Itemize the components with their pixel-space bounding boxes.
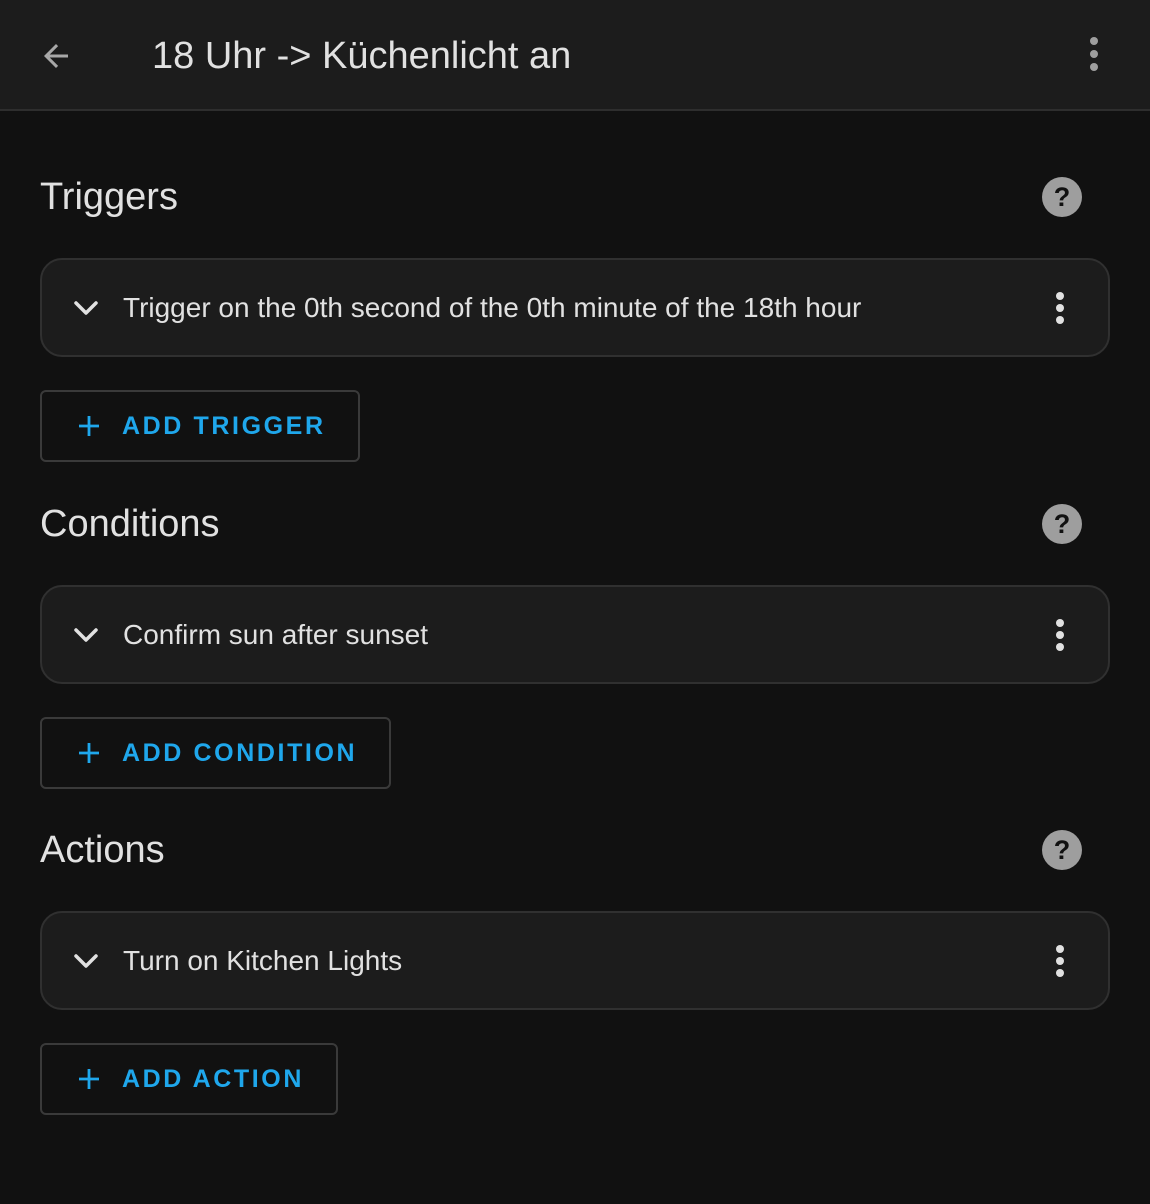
add-condition-button[interactable]: ADD CONDITION [40,717,392,789]
help-circle-icon[interactable]: ? [1040,502,1084,546]
action-menu-button[interactable] [1038,937,1082,985]
plus-icon [76,740,102,766]
trigger-label: Trigger on the 0th second of the 0th min… [123,291,862,323]
chevron-down-icon [74,628,98,642]
add-trigger-label: ADD TRIGGER [122,411,326,440]
expand-button[interactable] [66,941,106,981]
condition-menu-button[interactable] [1038,611,1082,659]
dots-vertical-icon [1056,619,1064,651]
triggers-heading: Triggers [40,176,178,218]
dots-vertical-icon [1056,945,1064,977]
dots-vertical-icon [1090,37,1098,71]
add-action-button[interactable]: ADD ACTION [40,1043,339,1115]
action-label: Turn on Kitchen Lights [123,944,403,976]
overflow-menu-button[interactable] [1066,26,1122,82]
expand-button[interactable] [66,615,106,655]
svg-text:?: ? [1054,835,1071,865]
plus-icon [76,413,102,439]
plus-icon [76,1066,102,1092]
trigger-card[interactable]: Trigger on the 0th second of the 0th min… [40,258,1110,357]
svg-text:?: ? [1054,182,1071,212]
trigger-menu-button[interactable] [1038,284,1082,332]
expand-button[interactable] [66,288,106,328]
dots-vertical-icon [1056,292,1064,324]
add-condition-label: ADD CONDITION [122,738,358,767]
top-app-bar: 18 Uhr -> Küchenlicht an [0,0,1150,111]
chevron-down-icon [74,301,98,315]
condition-card[interactable]: Confirm sun after sunset [40,585,1110,684]
svg-text:?: ? [1054,509,1071,539]
add-action-label: ADD ACTION [122,1064,305,1093]
actions-heading: Actions [40,829,165,871]
conditions-heading: Conditions [40,503,220,545]
condition-label: Confirm sun after sunset [123,618,429,650]
help-circle-icon[interactable]: ? [1040,175,1084,219]
action-card[interactable]: Turn on Kitchen Lights [40,911,1110,1010]
help-circle-icon[interactable]: ? [1040,828,1084,872]
chevron-down-icon [74,954,98,968]
back-button[interactable] [28,28,84,84]
add-trigger-button[interactable]: ADD TRIGGER [40,390,360,462]
arrow-left-icon [44,44,68,68]
page-title: 18 Uhr -> Küchenlicht an [152,35,572,77]
